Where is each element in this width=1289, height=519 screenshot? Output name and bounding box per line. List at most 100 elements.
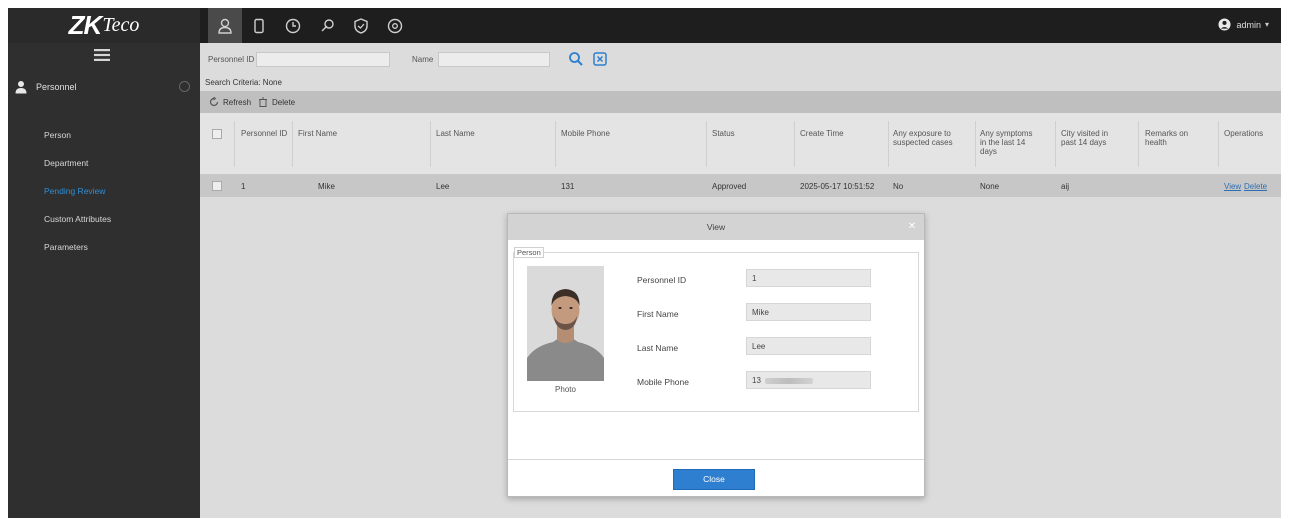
search-icon[interactable]	[568, 51, 584, 67]
name-input[interactable]	[438, 52, 550, 67]
cell-personnel-id: 1	[241, 182, 246, 191]
column-divider	[794, 121, 795, 167]
refresh-label: Refresh	[223, 97, 252, 107]
field-label-last-name: Last Name	[637, 343, 679, 353]
column-divider	[975, 121, 976, 167]
column-divider	[292, 121, 293, 167]
column-header[interactable]: Operations	[1224, 129, 1274, 138]
collapse-icon[interactable]	[179, 81, 190, 92]
column-header[interactable]: Mobile Phone	[561, 129, 701, 138]
pending-review-table: Personnel ID First Name Last Name Mobile…	[200, 113, 1281, 197]
column-header[interactable]: Any exposure to suspected cases	[893, 129, 973, 147]
last-name-field: Lee	[746, 337, 871, 355]
redacted-mask	[764, 377, 813, 384]
device-icon	[254, 18, 264, 33]
column-header[interactable]: Remarks on health	[1145, 129, 1200, 147]
delete-button[interactable]: Delete	[258, 97, 295, 107]
column-divider	[234, 121, 235, 167]
user-menu[interactable]: admin ▾	[1218, 18, 1269, 31]
trash-icon	[259, 97, 267, 107]
column-header[interactable]: City visited in past 14 days	[1061, 129, 1121, 147]
column-header[interactable]: Personnel ID	[241, 129, 289, 138]
user-avatar-icon	[1218, 18, 1232, 31]
dialog-header: View ✕	[508, 214, 924, 240]
select-all-checkbox[interactable]	[212, 129, 222, 139]
column-header[interactable]: Create Time	[800, 129, 885, 138]
close-button[interactable]: Close	[673, 469, 755, 490]
cell-mobile-phone: 131	[561, 182, 575, 191]
refresh-icon	[209, 97, 219, 107]
sidebar-item-department[interactable]: Department	[8, 149, 200, 177]
sidebar-item-custom-attributes[interactable]: Custom Attributes	[8, 205, 200, 233]
logo: ZK Teco	[8, 8, 200, 43]
person-icon	[218, 18, 232, 34]
first-name-field: Mike	[746, 303, 871, 321]
cell-last-name: Lee	[436, 182, 450, 191]
table-row[interactable]: 1 Mike Lee 131 Approved 2025-05-17 10:51…	[200, 175, 1281, 197]
nav-system[interactable]	[378, 8, 412, 43]
column-divider	[706, 121, 707, 167]
column-header[interactable]: First Name	[298, 129, 418, 138]
refresh-button[interactable]: Refresh	[209, 97, 251, 107]
sidebar-module-label: Personnel	[36, 82, 77, 92]
module-nav	[208, 8, 412, 43]
field-label-first-name: First Name	[637, 309, 679, 319]
photo-label: Photo	[555, 385, 576, 394]
column-header[interactable]: Status	[712, 129, 792, 138]
personnel-id-label: Personnel ID	[208, 55, 255, 64]
top-bar: ZK Teco admin ▾	[8, 8, 1281, 43]
search-bar: Personnel ID Name	[200, 43, 1281, 75]
dialog-title: View	[706, 222, 726, 232]
clear-search-icon[interactable]	[592, 51, 608, 67]
close-icon[interactable]: ✕	[907, 222, 917, 232]
person-photo-image	[527, 266, 604, 381]
menu-toggle-icon[interactable]	[94, 49, 110, 61]
logo-text: ZK	[68, 10, 103, 40]
chevron-down-icon: ▾	[1264, 20, 1269, 29]
logo-text-eco: Teco	[102, 14, 140, 36]
nav-attendance[interactable]	[276, 8, 310, 43]
sidebar: Personnel Person Department Pending Revi…	[8, 43, 200, 518]
cell-first-name: Mike	[318, 182, 335, 191]
shield-icon	[354, 17, 368, 34]
delete-label: Delete	[272, 97, 296, 107]
personnel-module-icon	[15, 81, 27, 94]
delete-link[interactable]: Delete	[1244, 182, 1267, 191]
sidebar-module-personnel[interactable]: Personnel	[8, 73, 200, 101]
personnel-id-input[interactable]	[256, 52, 390, 67]
column-divider	[1138, 121, 1139, 167]
nav-personnel[interactable]	[208, 8, 242, 43]
row-checkbox[interactable]	[212, 181, 222, 191]
nav-security[interactable]	[344, 8, 378, 43]
column-header[interactable]: Any symptoms in the last 14 days	[980, 129, 1036, 156]
name-label: Name	[412, 55, 434, 64]
cell-exposure: No	[893, 182, 904, 191]
personnel-id-field: 1	[746, 269, 871, 287]
toolbar: Refresh Delete	[200, 91, 1281, 113]
nav-device[interactable]	[242, 8, 276, 43]
cell-status: Approved	[712, 182, 747, 191]
dialog-footer-divider	[508, 459, 924, 460]
sidebar-item-pending-review[interactable]: Pending Review	[8, 177, 200, 205]
column-divider	[1218, 121, 1219, 167]
access-icon	[321, 18, 334, 31]
field-label-personnel-id: Personnel ID	[637, 275, 687, 285]
nav-access[interactable]	[310, 8, 344, 43]
user-name: admin	[1236, 19, 1261, 30]
column-header[interactable]: Last Name	[436, 129, 546, 138]
settings-icon	[387, 18, 403, 33]
search-criteria-text: Search Criteria: None	[205, 78, 282, 87]
clock-icon	[285, 18, 301, 33]
field-label-mobile-phone: Mobile Phone	[637, 377, 689, 387]
column-divider	[1055, 121, 1056, 167]
sidebar-item-person[interactable]: Person	[8, 121, 200, 149]
person-photo	[527, 266, 604, 381]
sidebar-item-parameters[interactable]: Parameters	[8, 233, 200, 261]
table-header: Personnel ID First Name Last Name Mobile…	[200, 113, 1281, 175]
section-label: Person	[514, 247, 544, 258]
column-divider	[555, 121, 556, 167]
view-dialog: View ✕ Person Photo Personnel ID 1 First…	[507, 213, 925, 497]
sidebar-menu: Person Department Pending Review Custom …	[8, 121, 200, 261]
view-link[interactable]: View	[1224, 182, 1241, 191]
column-divider	[430, 121, 431, 167]
